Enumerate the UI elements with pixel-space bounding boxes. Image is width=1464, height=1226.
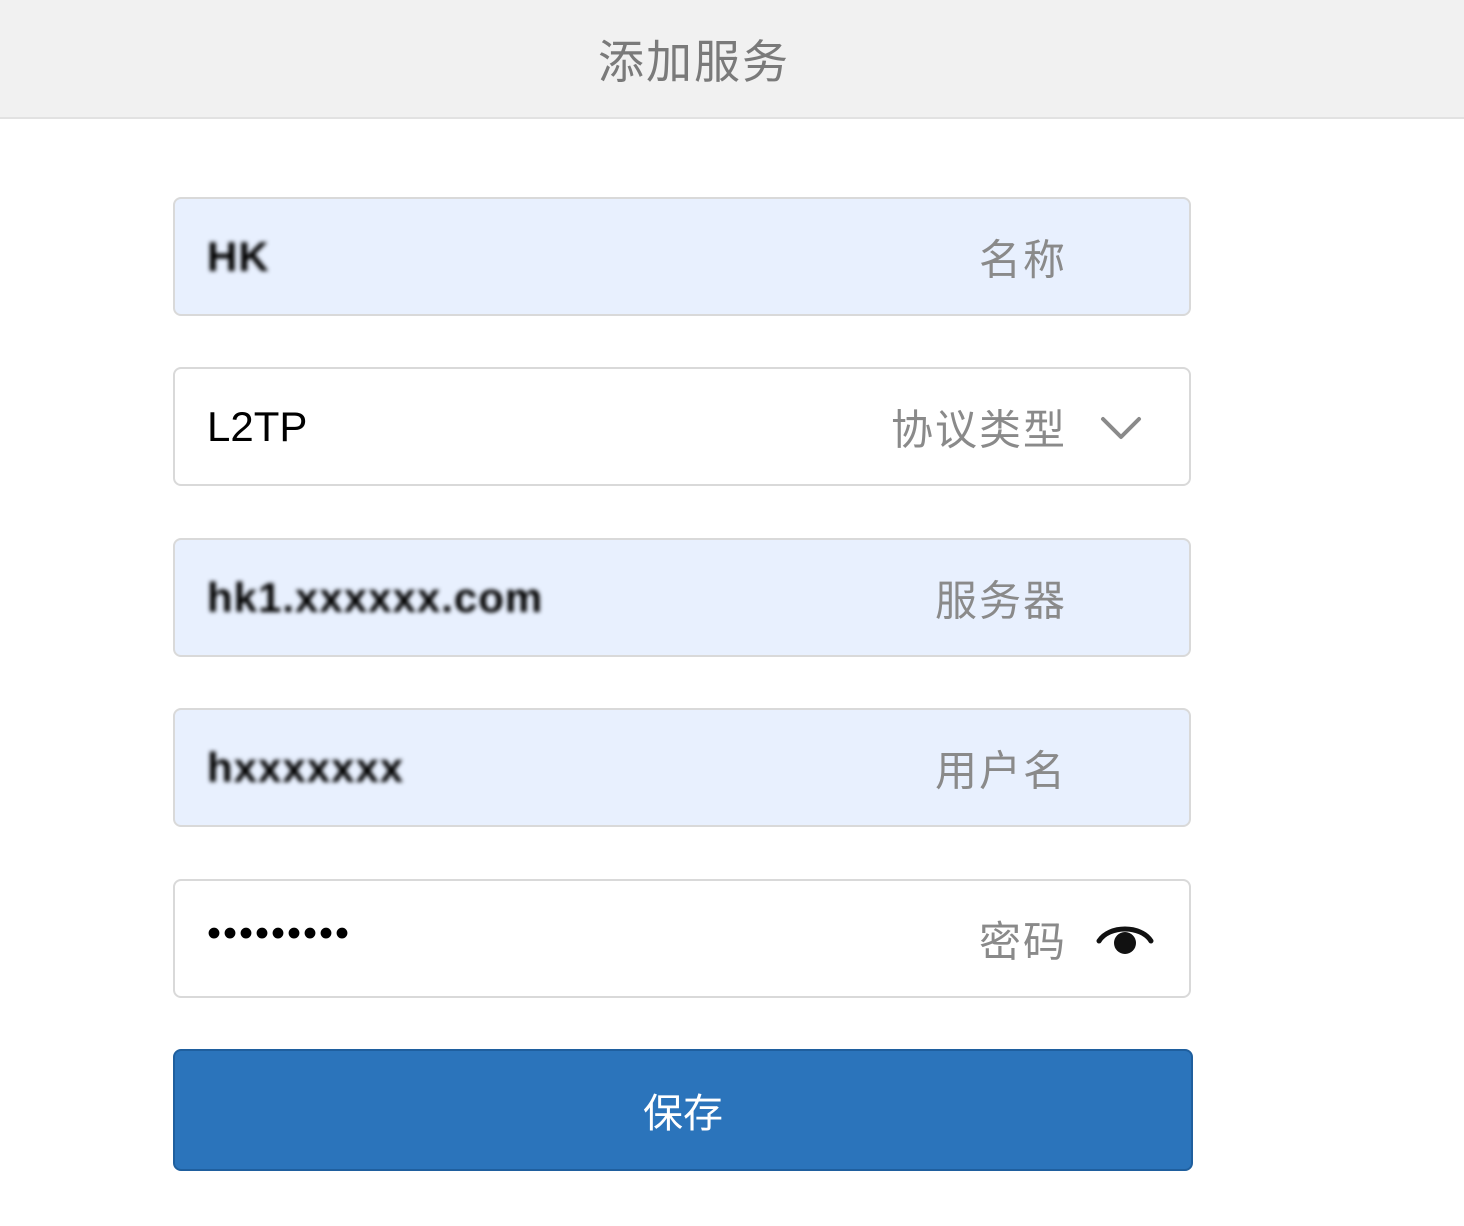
eye-icon[interactable]: [1095, 919, 1155, 959]
name-label: 名称: [978, 235, 1067, 284]
password-field[interactable]: ••••••••• 密码: [173, 879, 1191, 998]
server-value: hk1.xxxxxx.com: [207, 573, 544, 621]
password-label: 密码: [978, 917, 1067, 966]
server-field[interactable]: hk1.xxxxxx.com 服务器: [173, 538, 1191, 657]
save-button[interactable]: 保存: [173, 1049, 1193, 1171]
protocol-label: 协议类型: [890, 405, 1067, 454]
protocol-value: L2TP: [207, 402, 308, 450]
username-field[interactable]: hxxxxxxx 用户名: [173, 708, 1191, 827]
chevron-down-icon[interactable]: [1099, 405, 1143, 449]
server-label: 服务器: [934, 576, 1067, 625]
protocol-select[interactable]: L2TP 协议类型: [173, 367, 1191, 486]
page-title: 添加服务: [598, 34, 790, 89]
username-value: hxxxxxxx: [207, 743, 405, 791]
page-header: 添加服务: [0, 0, 1464, 119]
name-field[interactable]: HK 名称: [173, 197, 1191, 316]
password-value: •••••••••: [207, 911, 352, 956]
name-value: HK: [207, 232, 270, 280]
username-label: 用户名: [934, 746, 1067, 795]
